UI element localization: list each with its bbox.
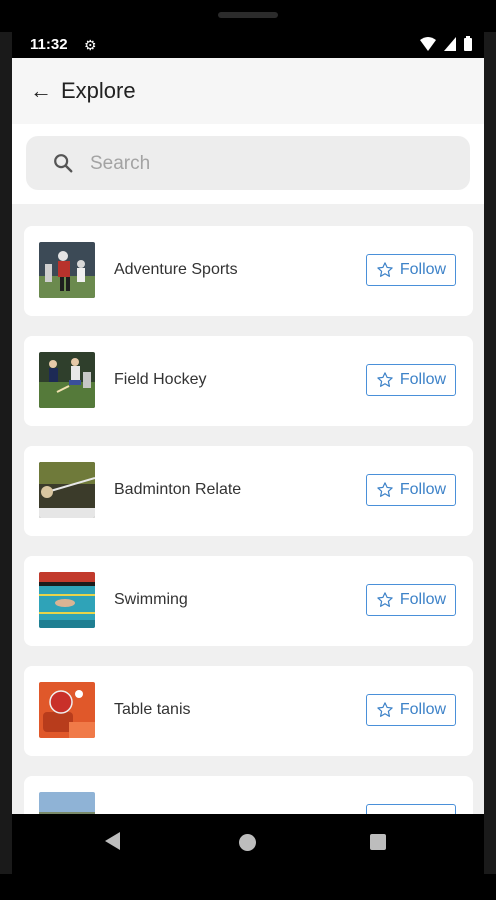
app-screen: ← Explore Adventure Sports Follow Field … <box>12 58 484 814</box>
list-item[interactable]: Badminton Relate Follow <box>24 446 473 536</box>
status-bar: 11:32 ⚙ <box>12 32 484 58</box>
adventure-sports-thumbnail <box>39 242 95 298</box>
follow-label: Follow <box>399 701 447 718</box>
item-name: Table tanis <box>114 701 191 718</box>
search-bar[interactable] <box>26 136 470 192</box>
search-input[interactable] <box>88 136 452 192</box>
nav-back-icon[interactable] <box>105 832 120 850</box>
follow-button[interactable]: Follow <box>366 584 456 616</box>
navigation-bar <box>12 814 484 874</box>
follow-button[interactable]: Follow <box>366 474 456 506</box>
list-item[interactable] <box>24 776 473 814</box>
item-name: Adventure Sports <box>114 261 238 278</box>
star-outline-icon <box>377 592 393 607</box>
phone-bottom-bezel <box>0 874 496 900</box>
star-outline-icon <box>377 702 393 717</box>
table-tennis-thumbnail <box>39 682 95 738</box>
follow-button[interactable]: Follow <box>366 254 456 286</box>
field-hockey-thumbnail <box>39 352 95 408</box>
follow-label: Follow <box>399 371 447 388</box>
item-name: Badminton Relate <box>114 481 242 498</box>
item-name: Field Hockey <box>114 371 207 388</box>
status-time: 11:32 <box>30 36 68 53</box>
search-icon <box>54 154 73 173</box>
follow-button[interactable] <box>366 804 456 814</box>
follow-button[interactable]: Follow <box>366 364 456 396</box>
nav-home-icon[interactable] <box>239 834 256 851</box>
item-name: Swimming <box>114 591 188 608</box>
badminton-thumbnail <box>39 462 95 518</box>
list-item[interactable]: Field Hockey Follow <box>24 336 473 426</box>
page-title: Explore <box>61 78 136 103</box>
follow-label: Follow <box>399 481 447 498</box>
star-outline-icon <box>377 482 393 497</box>
follow-label: Follow <box>399 591 447 608</box>
status-icons <box>420 36 472 51</box>
nav-recents-icon[interactable] <box>370 834 386 850</box>
list-item[interactable]: Adventure Sports Follow <box>24 226 473 316</box>
battery-icon <box>464 36 472 51</box>
list-item[interactable]: Table tanis Follow <box>24 666 473 756</box>
wifi-icon <box>420 36 436 51</box>
app-bar: ← Explore <box>12 58 484 124</box>
speaker-grille <box>218 12 278 18</box>
follow-label: Follow <box>399 261 447 278</box>
follow-button[interactable]: Follow <box>366 694 456 726</box>
settings-gear-icon: ⚙ <box>84 37 97 53</box>
phone-top-bezel <box>0 0 496 32</box>
swimming-thumbnail <box>39 572 95 628</box>
back-arrow-icon[interactable]: ← <box>30 78 52 104</box>
star-outline-icon <box>377 262 393 277</box>
search-section <box>12 124 484 204</box>
signal-icon <box>444 36 456 51</box>
item-thumbnail <box>39 792 95 814</box>
star-outline-icon <box>377 372 393 387</box>
list-item[interactable]: Swimming Follow <box>24 556 473 646</box>
